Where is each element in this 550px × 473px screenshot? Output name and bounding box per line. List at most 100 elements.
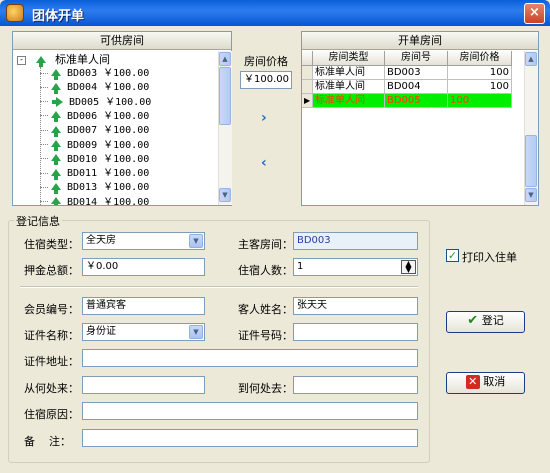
room-tree[interactable]: - 标准单人间 BD003 ￥100.00 BD004 ￥100.00 BD005 ￥10… bbox=[13, 51, 217, 205]
room-list-item[interactable]: BD010 ￥100.00 bbox=[40, 153, 149, 167]
tree-branch-line bbox=[40, 86, 48, 88]
stepper-icon[interactable]: ▲ ▼ bbox=[401, 260, 416, 274]
room-icon bbox=[51, 111, 61, 123]
chevron-down-icon[interactable]: ▼ bbox=[189, 234, 203, 248]
grid-cell-price[interactable]: 100 bbox=[448, 66, 512, 80]
room-number: BD010 bbox=[67, 153, 98, 165]
remove-room-button[interactable]: ‹ bbox=[261, 155, 267, 171]
print-checkin-label[interactable]: 打印入住单 bbox=[462, 249, 517, 265]
to-field[interactable] bbox=[293, 376, 418, 394]
tree-branch-line bbox=[40, 172, 48, 174]
room-number: BD007 bbox=[67, 125, 98, 137]
room-number: BD005 bbox=[69, 96, 100, 108]
cancel-button[interactable]: ✕ 取消 bbox=[446, 372, 525, 394]
reason-field[interactable] bbox=[82, 402, 418, 420]
checkmark-icon: ✔ bbox=[467, 313, 479, 328]
scroll-thumb[interactable] bbox=[219, 67, 231, 125]
room-list-item[interactable]: BD005 ￥100.00 bbox=[40, 96, 151, 110]
main-room-field[interactable]: BD003 bbox=[293, 232, 418, 250]
grid-row-indicator-header bbox=[302, 51, 313, 66]
grid-row-indicator[interactable] bbox=[302, 80, 313, 94]
opened-rooms-scrollbar[interactable]: ▲ ▼ bbox=[524, 51, 538, 205]
scroll-down-button[interactable]: ▼ bbox=[219, 188, 231, 202]
column-header-number[interactable]: 房间号 bbox=[385, 51, 448, 66]
room-price: ￥100.00 bbox=[103, 168, 150, 180]
room-number: BD003 bbox=[67, 68, 98, 79]
stay-type-value: 全天房 bbox=[86, 235, 116, 246]
id-address-label: 证件地址： bbox=[24, 355, 79, 368]
grid-cell-price[interactable]: 100 bbox=[448, 80, 512, 94]
registration-group-title: 登记信息 bbox=[14, 213, 62, 229]
room-icon bbox=[51, 154, 61, 166]
room-price-field[interactable]: ￥100.00 bbox=[240, 71, 292, 89]
tree-branch-line bbox=[40, 144, 48, 145]
scroll-thumb[interactable] bbox=[525, 135, 537, 187]
room-price-label: 房间价格 bbox=[244, 55, 288, 68]
room-number: BD004 bbox=[67, 82, 98, 94]
tree-branch-line bbox=[40, 186, 48, 188]
room-icon bbox=[51, 140, 61, 151]
grid-cell-number[interactable]: BD003 bbox=[385, 66, 448, 80]
room-list-item[interactable]: BD006 ￥100.00 bbox=[40, 110, 149, 124]
id-type-select[interactable]: 身份证 ▼ bbox=[82, 323, 205, 341]
grid-row-indicator[interactable] bbox=[302, 66, 313, 80]
reason-label: 住宿原因： bbox=[24, 408, 79, 421]
member-no-field[interactable]: 普通宾客 bbox=[82, 297, 205, 315]
room-price: ￥100.00 bbox=[103, 110, 150, 122]
room-list-item[interactable]: BD004 ￥100.00 bbox=[40, 81, 149, 95]
tree-collapse-icon[interactable]: - bbox=[17, 55, 26, 65]
id-address-field[interactable] bbox=[82, 349, 418, 367]
deposit-label: 押金总额： bbox=[24, 264, 79, 277]
tree-branch-line bbox=[40, 129, 48, 131]
grid-cell-type[interactable]: 标准单人间 bbox=[313, 80, 385, 94]
available-rooms-panel: 可供房间 - 标准单人间 BD003 ￥100.00 BD004 ￥100.00 BD0… bbox=[12, 31, 232, 206]
opened-rooms-grid[interactable]: 房间类型 房间号 房间价格 标准单人间 BD003 100 标准单人间 BD004 100… bbox=[302, 51, 523, 205]
title-bar[interactable]: 团体开单 × bbox=[0, 0, 550, 26]
grid-cell-type[interactable]: 标准单人间 bbox=[313, 66, 385, 80]
room-list-item[interactable]: BD009 ￥100.00 bbox=[40, 139, 149, 153]
add-room-button[interactable]: › bbox=[261, 110, 267, 126]
room-price: ￥100.00 bbox=[103, 182, 150, 194]
scroll-up-button[interactable]: ▲ bbox=[219, 52, 231, 66]
room-icon bbox=[51, 197, 61, 205]
scroll-down-button[interactable]: ▼ bbox=[525, 188, 537, 202]
deposit-field[interactable]: ￥0.00 bbox=[82, 258, 205, 276]
room-list-item[interactable]: BD003 ￥100.00 bbox=[40, 67, 149, 81]
id-number-field[interactable] bbox=[293, 323, 418, 341]
remark-field[interactable] bbox=[82, 429, 418, 447]
to-label: 到何处去： bbox=[238, 382, 293, 395]
id-type-label: 证件名称： bbox=[24, 329, 79, 342]
close-icon: × bbox=[529, 5, 540, 20]
guest-count-stepper[interactable]: 1 ▲ ▼ bbox=[293, 258, 418, 276]
tree-category[interactable]: - 标准单人间 bbox=[17, 53, 110, 67]
room-icon bbox=[51, 68, 61, 80]
grid-cell-number[interactable]: BD005 bbox=[385, 94, 448, 108]
column-header-type[interactable]: 房间类型 bbox=[313, 51, 385, 66]
column-header-price[interactable]: 房间价格 bbox=[448, 51, 512, 66]
grid-row-indicator[interactable]: ▶ bbox=[302, 94, 313, 108]
room-price: ￥100.00 bbox=[103, 125, 150, 137]
room-price: ￥100.00 bbox=[103, 153, 150, 165]
guest-name-field[interactable]: 张天天 bbox=[293, 297, 418, 315]
room-icon bbox=[51, 182, 61, 194]
opened-rooms-panel: 开单房间 房间类型 房间号 房间价格 标准单人间 BD003 100 标准单人间 BD0… bbox=[301, 31, 539, 206]
stay-type-select[interactable]: 全天房 ▼ bbox=[82, 232, 205, 250]
room-list-item[interactable]: BD007 ￥100.00 bbox=[40, 124, 149, 138]
room-list-item[interactable]: BD011 ￥100.00 bbox=[40, 167, 149, 181]
from-field[interactable] bbox=[82, 376, 205, 394]
close-button[interactable]: × bbox=[524, 3, 545, 24]
id-number-label: 证件号码： bbox=[238, 329, 293, 342]
chevron-down-icon[interactable]: ▼ bbox=[189, 325, 203, 339]
scroll-up-button[interactable]: ▲ bbox=[525, 52, 537, 66]
room-list-item[interactable]: BD014 ￥100.00 bbox=[40, 196, 149, 205]
room-list-item[interactable]: BD013 ￥100.00 bbox=[40, 181, 149, 195]
grid-cell-type[interactable]: 标准单人间 bbox=[313, 94, 385, 108]
room-icon bbox=[51, 82, 61, 94]
grid-cell-number[interactable]: BD004 bbox=[385, 80, 448, 94]
available-rooms-scrollbar[interactable]: ▲ ▼ bbox=[218, 51, 232, 205]
grid-cell-price[interactable]: 100 bbox=[448, 94, 512, 108]
room-icon bbox=[51, 125, 61, 137]
print-checkin-checkbox[interactable]: ✓ bbox=[446, 249, 459, 262]
register-button[interactable]: ✔ 登记 bbox=[446, 311, 525, 333]
tree-branch-line bbox=[40, 115, 48, 117]
